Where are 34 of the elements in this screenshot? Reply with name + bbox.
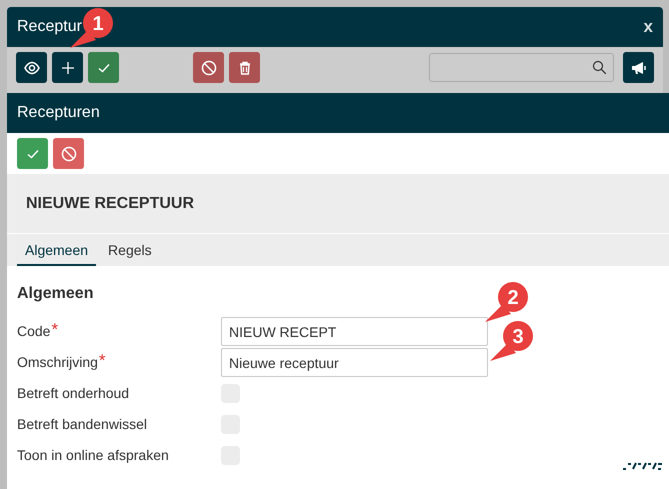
announcement-button[interactable]: [623, 52, 654, 83]
cancel-button[interactable]: [53, 138, 84, 169]
add-button[interactable]: [52, 52, 83, 83]
window-title: Recepturen: [17, 103, 100, 123]
callout-marker: [490, 321, 533, 361]
section-title: Algemeen: [16, 284, 94, 304]
required-mark: *: [98, 351, 106, 370]
input-field[interactable]: Nieuwe receptuur: [221, 348, 488, 377]
record-title: NIEUWE RECEPTUUR: [26, 194, 194, 214]
callout-number: 1: [92, 13, 104, 35]
field-label: Betreft onderhoud: [17, 385, 130, 401]
field-label: Omschrijving: [17, 354, 98, 370]
search-field[interactable]: [429, 53, 614, 82]
window-title: Receptur: [17, 17, 82, 37]
cancel-button[interactable]: [193, 52, 224, 83]
callout-number: 2: [507, 287, 519, 309]
callout-marker: [485, 282, 528, 322]
loading-icon: [622, 461, 664, 471]
delete-button[interactable]: [229, 52, 260, 83]
tab[interactable]: Algemeen: [17, 234, 96, 266]
field-label: Code: [17, 323, 50, 339]
search-icon: [592, 60, 607, 75]
close-button[interactable]: x: [644, 14, 653, 40]
field-label: Toon in online afspraken: [17, 447, 169, 463]
confirm-button[interactable]: [88, 52, 119, 83]
callout-number: 3: [512, 326, 524, 348]
field-label: Betreft bandenwissel: [17, 416, 147, 432]
confirm-button[interactable]: [17, 138, 48, 169]
prohibited-icon: [60, 144, 78, 162]
tab[interactable]: Regels: [100, 234, 160, 266]
prohibited-icon: [200, 58, 218, 76]
view-button[interactable]: [16, 52, 47, 83]
input-field[interactable]: NIEUW RECEPT: [221, 317, 488, 346]
required-mark: *: [51, 320, 58, 339]
